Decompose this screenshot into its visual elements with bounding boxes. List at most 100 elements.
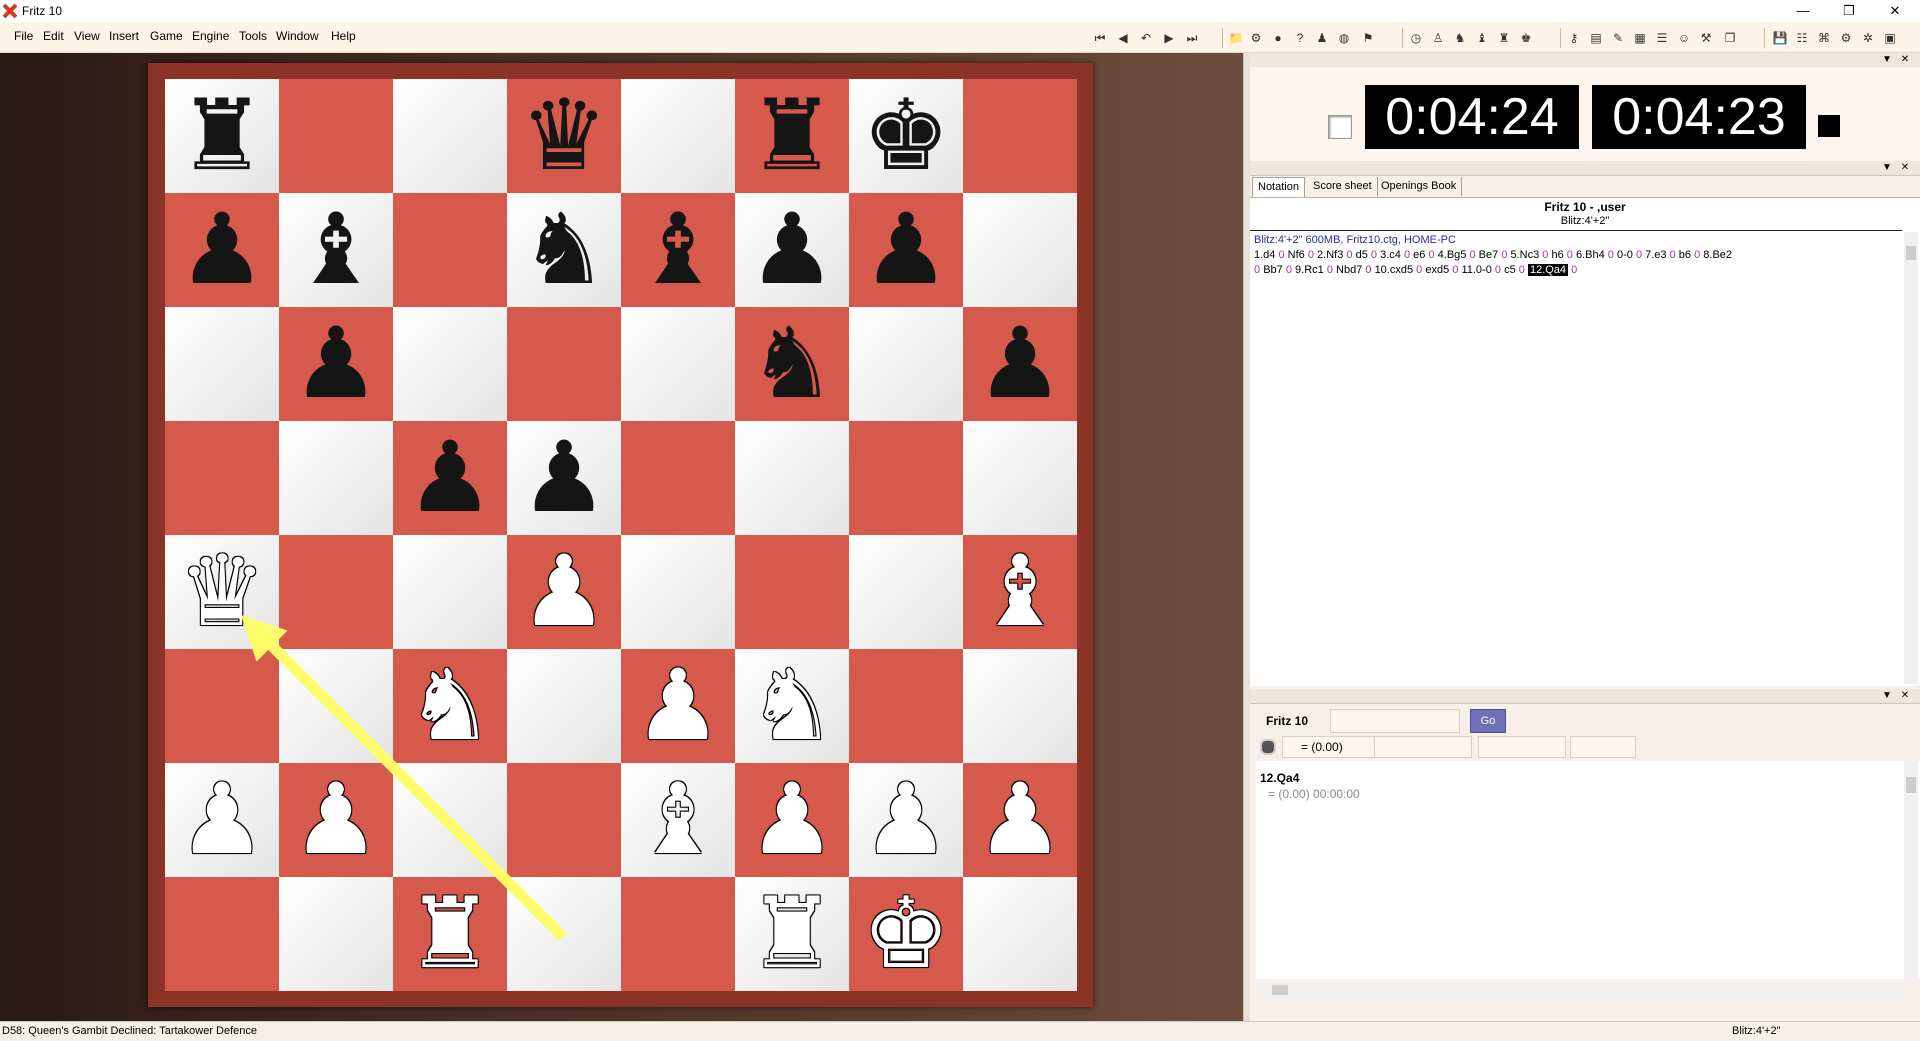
move-time[interactable]: 0: [1327, 264, 1333, 276]
square-f4[interactable]: [735, 535, 849, 649]
square-g1[interactable]: ♚: [849, 877, 963, 991]
move-time[interactable]: 0: [1365, 264, 1371, 276]
close-icon[interactable]: ✕: [1898, 689, 1912, 703]
white-pawn-icon[interactable]: ♟: [634, 657, 722, 755]
square-e2[interactable]: ♝: [621, 763, 735, 877]
close-icon[interactable]: ✕: [1898, 161, 1912, 175]
save-icon[interactable]: 💾: [1772, 30, 1788, 46]
layout-icon[interactable]: ☷: [1794, 30, 1810, 46]
square-a4[interactable]: ♛: [165, 535, 279, 649]
dropdown-icon[interactable]: ▼: [1880, 53, 1894, 67]
black-rook-icon[interactable]: ♜: [178, 87, 266, 185]
square-a1[interactable]: [165, 877, 279, 991]
square-h5[interactable]: [963, 421, 1077, 535]
square-h3[interactable]: [963, 649, 1077, 763]
black-knight-icon[interactable]: ♞: [748, 315, 836, 413]
move[interactable]: c5: [1504, 264, 1516, 276]
move[interactable]: Nf6: [1288, 249, 1305, 261]
king-icon[interactable]: ♚: [1518, 30, 1534, 46]
tab-notation[interactable]: Notation: [1252, 177, 1305, 197]
notation-scrollbar[interactable]: [1904, 232, 1918, 684]
square-d6[interactable]: [507, 307, 621, 421]
menu-tools[interactable]: Tools: [239, 29, 267, 43]
square-a6[interactable]: [165, 307, 279, 421]
move-time[interactable]: 0: [1346, 249, 1352, 261]
square-c2[interactable]: [393, 763, 507, 877]
white-knight-icon[interactable]: ♞: [748, 657, 836, 755]
black-pawn-icon[interactable]: ♟: [862, 201, 950, 299]
move[interactable]: b6: [1679, 249, 1691, 261]
square-f6[interactable]: ♞: [735, 307, 849, 421]
engine-scroll-thumb[interactable]: [1906, 777, 1916, 793]
square-f7[interactable]: ♟: [735, 193, 849, 307]
move[interactable]: 6.Bh4: [1576, 249, 1605, 261]
dropdown-icon[interactable]: ▼: [1880, 161, 1894, 175]
square-b6[interactable]: ♟: [279, 307, 393, 421]
pen-icon[interactable]: ✎: [1610, 30, 1626, 46]
black-pawn-icon[interactable]: ♟: [292, 315, 380, 413]
square-e6[interactable]: [621, 307, 735, 421]
user-icon[interactable]: ☺: [1676, 30, 1692, 46]
square-e4[interactable]: [621, 535, 735, 649]
move-time[interactable]: 0: [1371, 249, 1377, 261]
square-a2[interactable]: ♟: [165, 763, 279, 877]
square-g5[interactable]: [849, 421, 963, 535]
open-folder-icon[interactable]: 📁: [1228, 30, 1244, 46]
pawn-icon[interactable]: ♙: [1430, 30, 1446, 46]
square-c4[interactable]: [393, 535, 507, 649]
square-g3[interactable]: [849, 649, 963, 763]
move[interactable]: e6: [1413, 249, 1425, 261]
engine-input[interactable]: [1330, 709, 1460, 733]
square-h1[interactable]: [963, 877, 1077, 991]
dropdown-icon[interactable]: ▼: [1880, 689, 1894, 703]
square-c1[interactable]: ♜: [393, 877, 507, 991]
square-c6[interactable]: [393, 307, 507, 421]
black-pawn-icon[interactable]: ♟: [520, 429, 608, 527]
move-time[interactable]: 0: [1501, 249, 1507, 261]
move-time[interactable]: 0: [1469, 249, 1475, 261]
square-b5[interactable]: [279, 421, 393, 535]
question-icon[interactable]: ?: [1292, 30, 1308, 46]
close-icon[interactable]: ✕: [1898, 53, 1912, 67]
engine-hscrollbar[interactable]: [1256, 983, 1904, 997]
menu-engine[interactable]: Engine: [192, 29, 229, 43]
move[interactable]: d5: [1356, 249, 1368, 261]
settings-icon[interactable]: ✲: [1860, 30, 1876, 46]
black-rook-icon[interactable]: ♜: [748, 87, 836, 185]
square-a5[interactable]: [165, 421, 279, 535]
panel-icon[interactable]: ▣: [1882, 30, 1898, 46]
engine-output[interactable]: 12.Qa4 = (0.00) 00:00:00: [1256, 761, 1920, 979]
tools-icon[interactable]: ⚒: [1698, 30, 1714, 46]
move[interactable]: 11.0-0: [1461, 264, 1491, 276]
current-move[interactable]: 12.Qa4: [1527, 264, 1569, 276]
square-b3[interactable]: [279, 649, 393, 763]
white-rook-icon[interactable]: ♜: [748, 885, 836, 983]
square-h7[interactable]: [963, 193, 1077, 307]
move[interactable]: Nbd7: [1336, 264, 1362, 276]
menu-help[interactable]: Help: [331, 29, 356, 43]
move[interactable]: 1.d4: [1254, 249, 1275, 261]
options-icon[interactable]: ⚙: [1838, 30, 1854, 46]
black-queen-icon[interactable]: ♛: [520, 87, 608, 185]
move-time[interactable]: 0: [1416, 264, 1422, 276]
move-time[interactable]: 0: [1567, 249, 1573, 261]
menu-game[interactable]: Game: [150, 29, 183, 43]
black-bishop-icon[interactable]: ♝: [292, 201, 380, 299]
book-icon[interactable]: ▤: [1588, 30, 1604, 46]
square-h2[interactable]: ♟: [963, 763, 1077, 877]
tab-openings-book[interactable]: Openings Book: [1376, 177, 1463, 196]
square-b4[interactable]: [279, 535, 393, 649]
takeback-icon[interactable]: ↶: [1138, 30, 1154, 46]
move[interactable]: exd5: [1425, 264, 1449, 276]
move-time[interactable]: 0: [1542, 249, 1548, 261]
square-c8[interactable]: [393, 79, 507, 193]
last-move-icon[interactable]: ⏭: [1184, 30, 1200, 46]
square-g4[interactable]: [849, 535, 963, 649]
white-pawn-icon[interactable]: ♟: [748, 771, 836, 869]
white-pawn-icon[interactable]: ♟: [976, 771, 1064, 869]
move[interactable]: 2.Nf3: [1317, 249, 1343, 261]
square-g2[interactable]: ♟: [849, 763, 963, 877]
figure-icon[interactable]: ♟: [1314, 30, 1330, 46]
move[interactable]: 5.Nc3: [1510, 249, 1539, 261]
go-button[interactable]: Go: [1470, 709, 1506, 733]
